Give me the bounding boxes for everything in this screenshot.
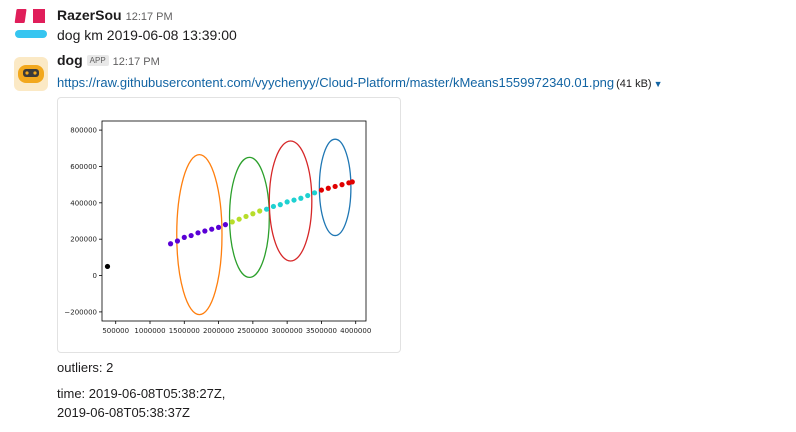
sender-name[interactable]: RazerSou	[57, 7, 122, 23]
y-tick-label: 400000	[70, 199, 97, 207]
data-point	[188, 232, 194, 239]
data-point	[291, 197, 297, 203]
avatar-eye-right	[33, 71, 37, 75]
attachment-link[interactable]: https://raw.githubusercontent.com/vyyche…	[57, 75, 614, 90]
file-size: (41 kB)	[616, 78, 652, 90]
x-tick-label: 2500000	[237, 327, 268, 335]
data-point	[222, 222, 229, 228]
x-tick-label: 3000000	[272, 327, 303, 335]
time-text-line2: 2019-06-08T05:38:37Z	[57, 405, 190, 420]
image-attachment[interactable]: 500000 1000000 1500000 2000000 2500000 300000…	[57, 97, 401, 353]
avatar-eye-left	[25, 71, 29, 75]
data-point	[215, 224, 222, 230]
data-point	[250, 211, 256, 217]
data-point	[243, 213, 249, 220]
data-point	[174, 238, 181, 244]
data-point	[181, 234, 187, 240]
x-tick-label: 500000	[102, 327, 129, 335]
avatar-shape-left	[14, 9, 27, 23]
y-tick-label: −200000	[64, 308, 97, 316]
data-point	[236, 216, 242, 222]
dog-avatar[interactable]	[13, 56, 49, 92]
avatar-shape-bottom	[15, 30, 47, 38]
razersou-avatar-image	[14, 9, 47, 38]
razersou-avatar[interactable]	[13, 6, 49, 42]
y-tick-label: 200000	[70, 236, 97, 244]
data-point	[339, 182, 345, 188]
data-point	[284, 199, 290, 205]
x-tick-label: 4000000	[340, 327, 371, 335]
data-point	[325, 185, 331, 191]
data-point	[257, 208, 263, 214]
avatar-shape-right	[33, 9, 45, 23]
data-point	[229, 219, 235, 225]
data-point	[167, 241, 174, 247]
data-point	[202, 228, 208, 234]
data-point	[332, 183, 338, 190]
data-point	[209, 226, 215, 232]
data-point	[270, 203, 277, 210]
chevron-down-icon[interactable]: ▼	[654, 79, 663, 89]
data-point	[104, 263, 111, 270]
time-text-line1: time: 2019-06-08T05:38:27Z,	[57, 386, 226, 401]
x-tick-label: 2000000	[203, 327, 234, 335]
message-time[interactable]: 12:17 PM	[126, 11, 173, 23]
app-badge: APP	[86, 55, 109, 66]
data-point	[195, 230, 201, 236]
x-tick-label: 1500000	[169, 327, 200, 335]
data-point	[298, 195, 304, 201]
message-razersou: RazerSou 12:17 PM dog km 2019-06-08 13:39…	[0, 4, 796, 48]
y-tick-label: 800000	[70, 127, 97, 135]
dog-avatar-image	[14, 57, 48, 91]
x-tick-label: 3500000	[306, 327, 337, 335]
x-tick-label: 1000000	[134, 327, 165, 335]
kmeans-chart: 500000 1000000 1500000 2000000 2500000 300000…	[64, 120, 371, 335]
data-point	[263, 206, 270, 212]
sender-name[interactable]: dog	[57, 52, 83, 68]
y-tick-label: 600000	[70, 163, 97, 171]
message-time[interactable]: 12:17 PM	[113, 56, 160, 68]
data-point	[318, 187, 325, 193]
data-point	[311, 190, 318, 196]
message-text: dog km 2019-06-08 13:39:00	[57, 27, 237, 43]
data-point	[349, 179, 355, 185]
outliers-text: outliers: 2	[57, 360, 114, 375]
y-tick-label: 0	[93, 272, 97, 280]
data-point	[305, 192, 311, 199]
data-point	[277, 202, 283, 208]
